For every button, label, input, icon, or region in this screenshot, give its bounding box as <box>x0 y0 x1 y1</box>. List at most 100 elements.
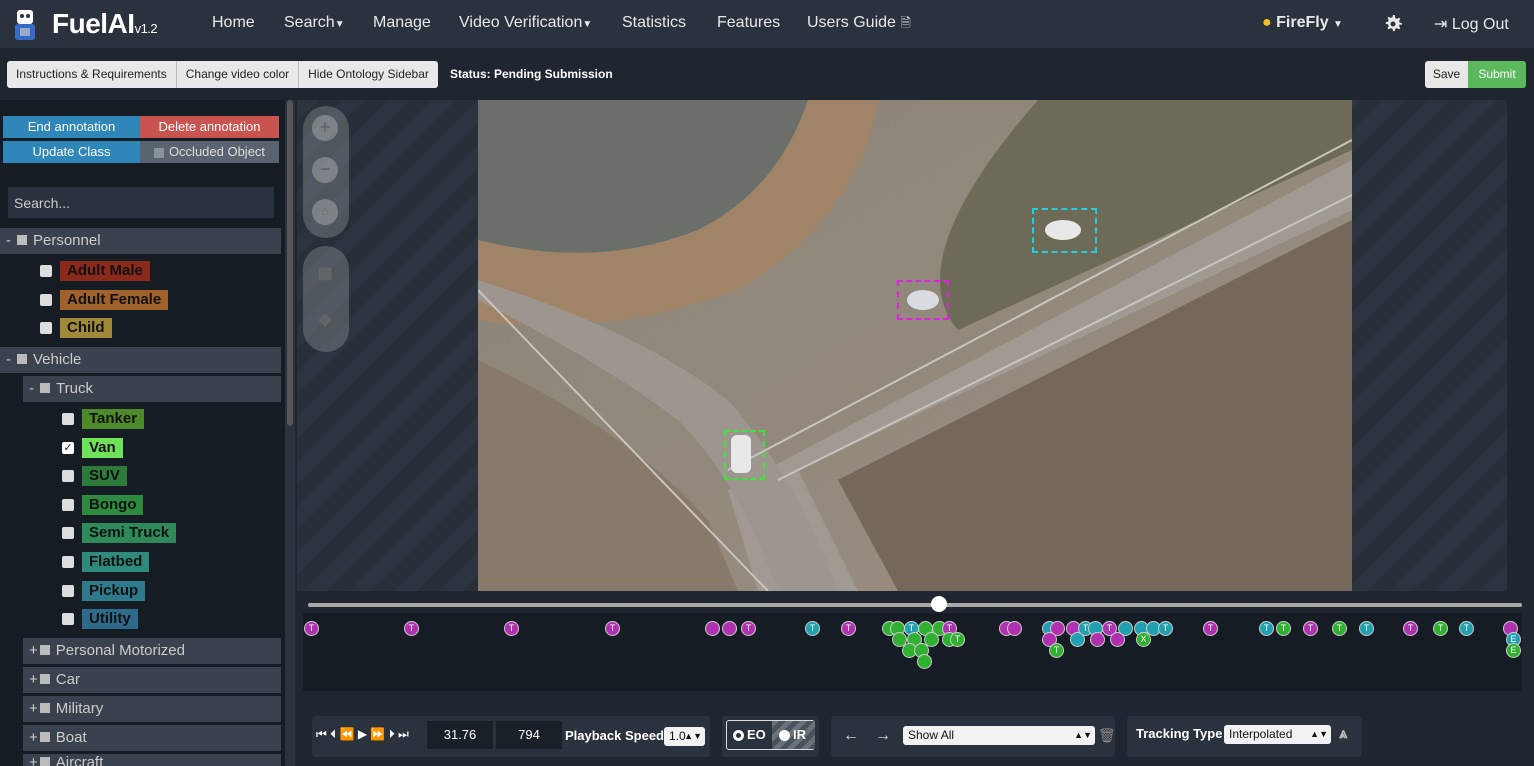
group-vehicle[interactable]: - Vehicle <box>0 347 281 373</box>
end-annotation-button[interactable]: End annotation <box>3 116 140 138</box>
collapse-toggle[interactable]: - <box>0 232 11 249</box>
truck-item-checkbox[interactable] <box>62 613 74 626</box>
keyframe-dot[interactable]: T <box>1158 621 1173 636</box>
group-checkbox[interactable] <box>39 757 50 766</box>
arrow-left-icon[interactable]: ← <box>843 727 859 745</box>
ir-radio[interactable] <box>779 730 790 742</box>
truck-item-label[interactable]: Semi Truck <box>82 523 177 544</box>
keyframe-dot[interactable]: T <box>304 621 319 636</box>
group-personnel[interactable]: - Personnel <box>0 228 281 254</box>
keyframe-dot[interactable]: T <box>950 632 965 647</box>
keyframe-dot[interactable]: T <box>1203 621 1218 636</box>
keyframe-dot[interactable]: T <box>1303 621 1318 636</box>
group-checkbox[interactable] <box>39 703 50 714</box>
frame-number-input[interactable]: 794 <box>496 721 562 749</box>
group-military[interactable]: + Military <box>23 696 281 722</box>
group-checkbox[interactable] <box>39 645 50 656</box>
keyframe-dot[interactable]: T <box>1403 621 1418 636</box>
time-display[interactable]: 31.76 <box>427 721 493 749</box>
collapse-toggle[interactable]: - <box>23 380 34 397</box>
group-checkbox[interactable] <box>39 674 50 685</box>
keyframe-dot[interactable] <box>1070 632 1085 647</box>
update-class-button[interactable]: Update Class <box>3 141 140 163</box>
eo-radio[interactable] <box>733 730 744 742</box>
video-frame[interactable] <box>478 100 1352 591</box>
expand-toggle[interactable]: + <box>23 642 38 659</box>
expand-toggle[interactable]: + <box>23 754 38 766</box>
truck-item-label[interactable]: Van <box>82 437 123 458</box>
keyframe-dot[interactable] <box>705 621 720 636</box>
personnel-item-label[interactable]: Adult Female <box>60 289 169 310</box>
group-checkbox[interactable] <box>39 732 50 743</box>
rewind-icon[interactable]: ⏪ <box>340 727 355 741</box>
group-boat[interactable]: + Boat <box>23 725 281 751</box>
instructions-button[interactable]: Instructions & Requirements <box>7 61 177 88</box>
personnel-item-checkbox[interactable] <box>40 293 52 306</box>
annotation-filter-select[interactable]: Show All ▲▼ <box>903 726 1095 745</box>
keyframe-dot[interactable]: T <box>841 621 856 636</box>
keyframe-dot[interactable] <box>1090 632 1105 647</box>
keyframe-dot[interactable] <box>917 654 932 669</box>
delete-annotation-button[interactable]: Delete annotation <box>140 116 279 138</box>
step-back-icon[interactable]: ⏴ <box>330 727 336 741</box>
group-car[interactable]: + Car <box>23 667 281 693</box>
truck-item-label[interactable]: Bongo <box>82 494 144 515</box>
keyframe-dot[interactable]: T <box>1332 621 1347 636</box>
keyframe-dot[interactable]: T <box>1259 621 1274 636</box>
truck-item-checkbox[interactable] <box>62 413 74 425</box>
keyframe-dot[interactable] <box>722 621 737 636</box>
expand-toggle[interactable]: + <box>23 700 38 717</box>
truck-item-label[interactable]: Pickup <box>82 580 146 601</box>
keyframe-dot[interactable]: T <box>504 621 519 636</box>
timeline-track[interactable] <box>308 603 1522 607</box>
nav-home[interactable]: Home <box>212 14 255 32</box>
truck-item-checkbox[interactable]: ✓ <box>62 441 74 454</box>
hide-sidebar-button[interactable]: Hide Ontology Sidebar <box>299 61 438 88</box>
expand-toggle[interactable]: + <box>23 729 38 746</box>
eo-option[interactable]: EO <box>733 727 766 742</box>
grid-icon[interactable]: ▦ <box>312 262 338 288</box>
skip-end-icon[interactable]: ⏭ <box>398 727 409 741</box>
truck-item-checkbox[interactable] <box>62 556 74 568</box>
truck-item-label[interactable]: Tanker <box>82 409 145 429</box>
truck-item-checkbox[interactable] <box>62 470 74 483</box>
zoom-out-button[interactable]: − <box>312 157 338 183</box>
save-button[interactable]: Save <box>1425 61 1468 88</box>
truck-item-label[interactable]: Flatbed <box>82 552 150 572</box>
occluded-object-toggle[interactable]: Occluded Object <box>140 141 279 163</box>
truck-item-checkbox[interactable] <box>62 498 74 511</box>
keyframe-dot[interactable]: T <box>404 621 419 636</box>
nav-features[interactable]: Features <box>717 14 780 32</box>
keyframe-dot[interactable]: T <box>1359 621 1374 636</box>
collapse-toggle[interactable]: - <box>0 351 11 368</box>
truck-item-label[interactable]: Utility <box>82 609 138 630</box>
group-aircraft[interactable]: + Aircraft <box>23 754 281 766</box>
change-color-button[interactable]: Change video color <box>176 61 300 88</box>
keyframe-dot[interactable]: T <box>1276 621 1291 636</box>
keyframe-dot[interactable]: T <box>805 621 820 636</box>
keyframe-dot[interactable] <box>1007 621 1022 636</box>
gear-icon[interactable] <box>1381 12 1405 36</box>
ontology-search-input[interactable] <box>8 187 274 218</box>
keyframe-dot[interactable]: T <box>1049 643 1064 658</box>
zoom-in-button[interactable]: + <box>312 115 338 141</box>
playback-speed-select[interactable]: 1.0 ▲▼ <box>664 727 705 746</box>
keyframe-dot[interactable] <box>1110 632 1125 647</box>
personnel-item-label[interactable]: Child <box>60 318 112 339</box>
brand-name[interactable]: FuelAIv1.2 <box>52 8 158 40</box>
truck-item-checkbox[interactable] <box>62 527 74 540</box>
keyframe-dot[interactable]: T <box>741 621 756 636</box>
expand-toggle[interactable]: + <box>23 671 38 688</box>
occluded-checkbox[interactable] <box>153 147 164 158</box>
keyframe-dot[interactable]: T <box>1433 621 1448 636</box>
nav-manage[interactable]: Manage <box>373 14 431 32</box>
ir-label-wrap[interactable]: IR <box>779 727 806 742</box>
step-forward-icon[interactable]: ⏵ <box>389 727 395 741</box>
bounding-box-green[interactable] <box>724 430 765 480</box>
sidebar-scroll-thumb[interactable] <box>287 100 293 426</box>
nav-statistics[interactable]: Statistics <box>622 14 686 32</box>
arrow-right-icon[interactable]: → <box>875 727 891 745</box>
personnel-item-checkbox[interactable] <box>40 322 52 335</box>
group-checkbox[interactable] <box>17 354 27 365</box>
submit-button[interactable]: Submit <box>1468 61 1526 88</box>
